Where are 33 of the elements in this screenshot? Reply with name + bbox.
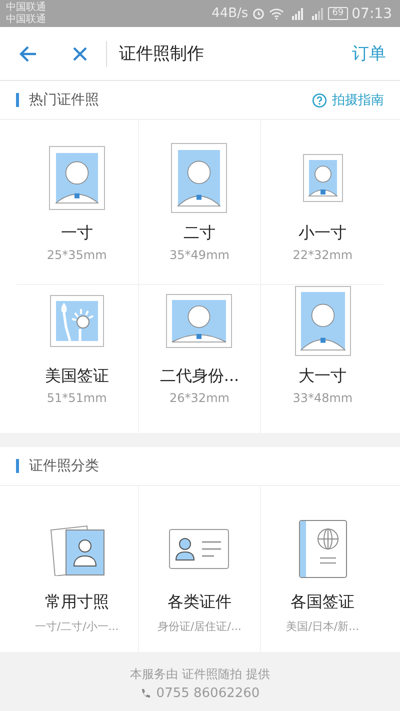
photo-size-option[interactable]: 二代身份... 26*32mm: [138, 285, 262, 433]
clock-time: 07:13: [352, 6, 392, 22]
id-card-icon: [169, 529, 230, 569]
category-option[interactable]: 常用寸照 一寸/二寸/小一...: [16, 486, 139, 652]
photo-size-option[interactable]: 小一寸 22*32mm: [261, 120, 384, 285]
page-title: 证件照制作: [119, 43, 205, 65]
statue-photo-icon: [50, 295, 104, 347]
photo-size-option[interactable]: 二寸 35*49mm: [138, 120, 262, 285]
photo-size-option[interactable]: 美国签证 51*51mm: [16, 285, 139, 433]
photo-size-option[interactable]: 大一寸 33*48mm: [261, 285, 384, 433]
portrait-photo-icon: [171, 143, 228, 213]
battery-level: 69: [328, 7, 348, 20]
wifi-icon: [269, 8, 284, 20]
provider-note: 本服务由 证件照随拍 提供: [130, 666, 270, 683]
category-option[interactable]: 各类证件 身份证/居住证/...: [138, 486, 262, 652]
portrait-photo-icon: [302, 154, 343, 202]
phone-icon: [140, 688, 150, 700]
photo-size-option[interactable]: 一寸 25*35mm: [16, 120, 139, 285]
help-icon: [312, 92, 327, 108]
portrait-photo-icon: [166, 294, 232, 348]
close-icon: [72, 46, 88, 62]
section-title: 证件照分类: [29, 457, 100, 475]
passport-icon: [298, 520, 347, 578]
alarm-icon: [252, 7, 266, 20]
category-option[interactable]: 各国签证 美国/日本/新...: [261, 486, 384, 652]
phone-number: 0755 86062260: [156, 686, 260, 701]
network-speed: 44B/s: [212, 6, 248, 21]
carrier-name: 中国联通: [6, 14, 46, 26]
section-title: 热门证件照: [29, 91, 100, 109]
portrait-photo-icon: [294, 286, 351, 356]
portrait-photo-icon: [48, 146, 105, 210]
carrier-name: 中国联通: [6, 2, 46, 14]
back-arrow-icon: [18, 44, 38, 62]
